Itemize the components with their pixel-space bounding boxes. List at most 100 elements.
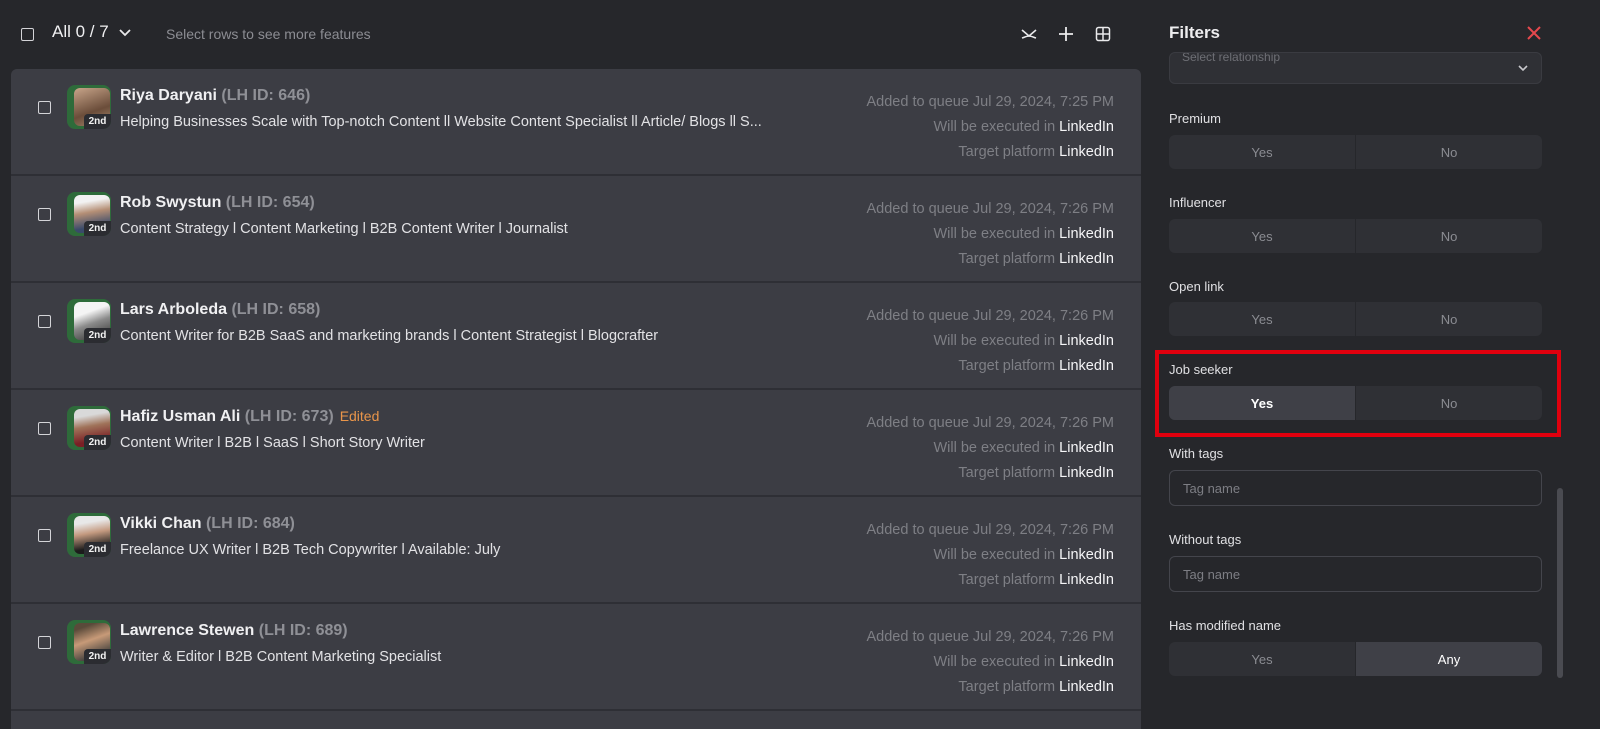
influencer-yes-button[interactable]: Yes [1169, 219, 1355, 253]
queue-meta: Added to queue Jul 29, 2024, 7:26 PM Wil… [867, 625, 1115, 700]
open-link-toggle: Yes No [1169, 302, 1542, 336]
lh-id: (LH ID: 646) [221, 87, 311, 104]
contact-name[interactable]: Rob Swystun [120, 194, 221, 211]
executed-in-value: LinkedIn [1059, 333, 1114, 349]
target-platform-value: LinkedIn [1059, 465, 1114, 481]
edited-badge: Edited [339, 408, 380, 424]
contact-name[interactable]: Hafiz Usman Ali [120, 408, 240, 425]
row-checkbox[interactable] [38, 315, 51, 328]
selection-hint: Select rows to see more features [166, 26, 371, 42]
contact-headline: Freelance UX Writer l B2B Tech Copywrite… [120, 542, 501, 558]
row-checkbox[interactable] [38, 101, 51, 114]
contact-name[interactable]: Riya Daryani [120, 87, 217, 104]
executed-in-value: LinkedIn [1059, 440, 1114, 456]
has-modified-name-yes-button[interactable]: Yes [1169, 642, 1355, 676]
filters-title: Filters [1169, 23, 1221, 42]
job-seeker-yes-button[interactable]: Yes [1169, 386, 1355, 420]
lh-id: (LH ID: 684) [205, 515, 295, 532]
executed-in-label: Will be executed in [933, 440, 1056, 456]
job-seeker-toggle: Yes No [1169, 386, 1542, 420]
open-link-no-button[interactable]: No [1355, 302, 1542, 336]
executed-in-value: LinkedIn [1059, 119, 1114, 135]
filters-scrollbar[interactable] [1557, 488, 1563, 678]
avatar: 2nd [67, 406, 111, 450]
list-item[interactable]: 2nd Rob Swystun (LH ID: 654) Content Str… [11, 176, 1141, 283]
contact-name[interactable]: Lawrence Stewen [120, 622, 254, 639]
contact-name[interactable]: Lars Arboleda [120, 301, 227, 318]
with-tags-label: With tags [1169, 446, 1224, 461]
has-modified-name-toggle: Yes Any [1169, 642, 1542, 676]
degree-badge: 2nd [84, 649, 111, 664]
contact-headline: Writer & Editor l B2B Content Marketing … [120, 649, 442, 665]
avatar: 2nd [67, 299, 111, 343]
queue-meta: Added to queue Jul 29, 2024, 7:26 PM Wil… [867, 197, 1115, 272]
premium-yes-button[interactable]: Yes [1169, 135, 1355, 169]
with-tags-input[interactable] [1169, 470, 1542, 506]
without-tags-input[interactable] [1169, 556, 1542, 592]
job-seeker-label: Job seeker [1169, 362, 1233, 377]
contact-name[interactable]: Vikki Chan [120, 515, 202, 532]
target-platform-label: Target platform [958, 251, 1056, 267]
premium-no-button[interactable]: No [1355, 135, 1542, 169]
influencer-toggle: Yes No [1169, 219, 1542, 253]
list-item[interactable]: 2nd Lars Arboleda (LH ID: 658) Content W… [11, 283, 1141, 390]
list-item[interactable]: 2nd Vikki Chan (LH ID: 684) Freelance UX… [11, 497, 1141, 604]
open-link-yes-button[interactable]: Yes [1169, 302, 1355, 336]
list-item[interactable]: 2nd Lawrence Stewen (LH ID: 689) Writer … [11, 604, 1141, 711]
lh-id: (LH ID: 654) [225, 194, 315, 211]
job-seeker-no-button[interactable]: No [1355, 386, 1542, 420]
plus-icon[interactable] [1054, 22, 1078, 46]
queue-meta: Added to queue Jul 29, 2024, 7:26 PM Wil… [867, 411, 1115, 486]
has-modified-name-any-button[interactable]: Any [1355, 642, 1542, 676]
target-platform-label: Target platform [958, 144, 1056, 160]
executed-in-value: LinkedIn [1059, 654, 1114, 670]
select-all-checkbox[interactable] [21, 28, 34, 41]
row-checkbox[interactable] [38, 636, 51, 649]
filters-panel: Filters Select relationship Premium Yes … [1150, 0, 1600, 717]
lh-id: (LH ID: 689) [258, 622, 348, 639]
target-platform-label: Target platform [958, 465, 1056, 481]
premium-toggle: Yes No [1169, 135, 1542, 169]
degree-badge: 2nd [84, 221, 111, 236]
queue-meta: Added to queue Jul 29, 2024, 7:26 PM Wil… [867, 518, 1115, 593]
selection-count: All 0 / 7 [52, 22, 109, 41]
executed-in-label: Will be executed in [933, 547, 1056, 563]
target-platform-label: Target platform [958, 679, 1056, 695]
executed-in-value: LinkedIn [1059, 547, 1114, 563]
close-icon[interactable] [1525, 24, 1543, 42]
contact-headline: Content Strategy l Content Marketing l B… [120, 221, 568, 237]
executed-in-label: Will be executed in [933, 654, 1056, 670]
influencer-no-button[interactable]: No [1355, 219, 1542, 253]
row-checkbox[interactable] [38, 529, 51, 542]
added-to-queue: Added to queue Jul 29, 2024, 7:26 PM [866, 308, 1115, 324]
chevron-down-icon [1518, 65, 1528, 72]
degree-badge: 2nd [84, 435, 111, 450]
executed-in-label: Will be executed in [933, 119, 1056, 135]
list-toolbar: All 0 / 7 Select rows to see more featur… [0, 0, 1150, 68]
contact-headline: Content Writer for B2B SaaS and marketin… [120, 328, 659, 344]
list-item[interactable]: 2nd Riya Daryani (LH ID: 646) Helping Bu… [11, 69, 1141, 176]
target-platform-label: Target platform [958, 572, 1056, 588]
selection-dropdown[interactable]: All 0 / 7 [52, 22, 133, 42]
executed-in-label: Will be executed in [933, 333, 1056, 349]
added-to-queue: Added to queue Jul 29, 2024, 7:26 PM [866, 415, 1115, 431]
degree-badge: 2nd [84, 114, 111, 129]
contact-headline: Helping Businesses Scale with Top-notch … [120, 114, 762, 130]
contact-headline: Content Writer l B2B l SaaS l Short Stor… [120, 435, 425, 451]
added-to-queue: Added to queue Jul 29, 2024, 7:26 PM [866, 201, 1115, 217]
list-item[interactable]: 2nd Hafiz Usman Ali (LH ID: 673) Edited C… [11, 390, 1141, 497]
open-link-label: Open link [1169, 279, 1224, 294]
added-to-queue: Added to queue Jul 29, 2024, 7:26 PM [866, 629, 1115, 645]
connections-icon[interactable] [1017, 22, 1041, 46]
has-modified-name-label: Has modified name [1169, 618, 1281, 633]
relationship-placeholder: Select relationship [1182, 52, 1281, 64]
relationship-select[interactable]: Select relationship [1169, 52, 1542, 84]
row-checkbox[interactable] [38, 208, 51, 221]
influencer-label: Influencer [1169, 195, 1227, 210]
target-platform-value: LinkedIn [1059, 358, 1114, 374]
target-platform-label: Target platform [958, 358, 1056, 374]
target-platform-value: LinkedIn [1059, 251, 1114, 267]
row-checkbox[interactable] [38, 422, 51, 435]
target-platform-value: LinkedIn [1059, 679, 1114, 695]
grid-icon[interactable] [1091, 22, 1115, 46]
